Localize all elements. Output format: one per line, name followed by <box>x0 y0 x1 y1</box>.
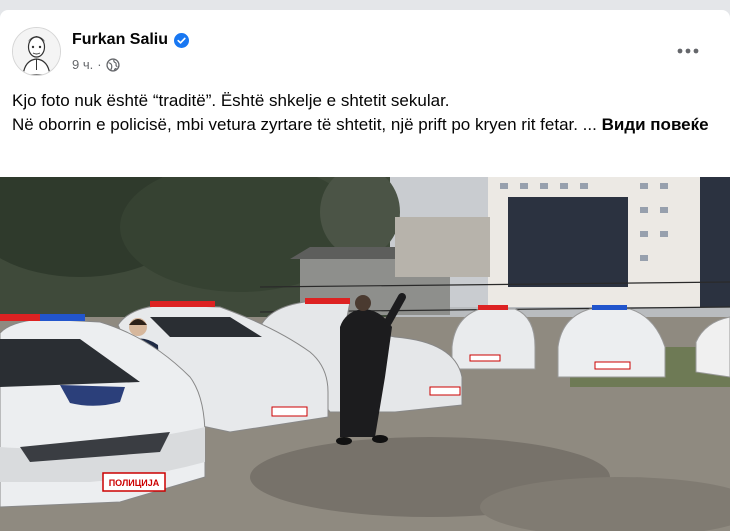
post-text-line-1: Kjo foto nuk është “traditë”. Është shke… <box>12 91 450 110</box>
plate-text: ПОЛИЦИЈА <box>109 478 160 488</box>
author-avatar[interactable] <box>12 27 61 76</box>
see-more-link[interactable]: Види повеќе <box>602 115 709 134</box>
post-photo[interactable]: ПОЛИЦИЈА <box>0 177 730 531</box>
post-meta: 9 ч. · <box>72 57 120 72</box>
police-cars-photo: ПОЛИЦИЈА <box>0 177 730 531</box>
globe-icon[interactable] <box>105 57 120 72</box>
post-time[interactable]: 9 ч. <box>72 57 93 72</box>
post-text: Kjo foto nuk është “traditë”. Është shke… <box>12 89 714 137</box>
post-text-line-2: Në oborrin e policisë, mbi vetura zyrtar… <box>12 113 714 137</box>
verified-badge-icon <box>174 32 190 48</box>
avatar-sketch-icon <box>13 28 60 75</box>
author-name-row: Furkan Saliu <box>72 31 190 49</box>
post-card: Furkan Saliu 9 ч. · Kjo foto nuk është “… <box>0 10 730 531</box>
meta-separator: · <box>97 57 102 72</box>
author-name[interactable]: Furkan Saliu <box>72 31 168 49</box>
post-header: Furkan Saliu 9 ч. · <box>12 27 718 79</box>
more-options-icon[interactable] <box>672 39 704 63</box>
post-text-line-2-body: Në oborrin e policisë, mbi vetura zyrtar… <box>12 115 597 134</box>
